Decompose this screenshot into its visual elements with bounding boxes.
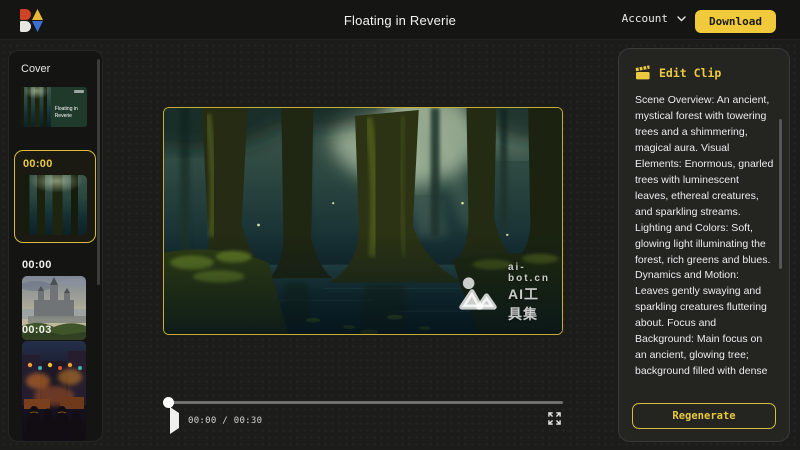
- ai-bot-logo-icon: [455, 273, 501, 312]
- download-button[interactable]: Download: [695, 10, 776, 33]
- clapperboard-icon: [635, 65, 651, 80]
- clip-timestamp: 00:00: [22, 259, 88, 271]
- video-player[interactable]: ai-bot.cn AI工具集: [163, 107, 563, 335]
- clip-thumbnail-market: [22, 341, 86, 441]
- cover-mini-logo: [74, 90, 84, 93]
- account-label: Account: [622, 12, 668, 25]
- watermark-line1: ai-bot.cn: [508, 262, 550, 284]
- play-button[interactable]: [168, 413, 180, 426]
- edit-clip-header: Edit Clip: [635, 65, 721, 80]
- scene-description-text[interactable]: Scene Overview: An ancient, mystical for…: [635, 93, 775, 383]
- progress-bar[interactable]: [163, 401, 563, 404]
- clip-item-1-selected[interactable]: 00:00: [14, 150, 96, 243]
- watermark: ai-bot.cn AI工具集: [455, 262, 550, 324]
- cover-thumbnail[interactable]: Floating in Reverie: [21, 87, 87, 127]
- time-display: 00:00 / 00:30: [188, 416, 262, 426]
- clip-thumbnail-forest: [23, 175, 87, 235]
- clip-timestamp: 00:00: [23, 158, 87, 170]
- cover-section-label: Cover: [21, 63, 50, 75]
- clip-item-3[interactable]: 00:03: [14, 317, 96, 442]
- clip-timestamp: 00:03: [22, 324, 88, 336]
- expand-icon: [548, 412, 561, 425]
- progress-knob[interactable]: [163, 397, 174, 408]
- edit-clip-label: Edit Clip: [659, 66, 721, 80]
- chevron-down-icon: [677, 13, 686, 25]
- watermark-text: ai-bot.cn AI工具集: [508, 262, 550, 324]
- fullscreen-button[interactable]: [546, 412, 562, 428]
- cover-thumbnail-image: [21, 87, 51, 127]
- cover-mini-title: Floating in Reverie: [55, 106, 83, 119]
- sidebar-scrollbar[interactable]: [97, 59, 100, 285]
- watermark-line2: AI工具集: [508, 284, 550, 324]
- edit-clip-panel: Edit Clip Scene Overview: An ancient, my…: [618, 48, 790, 442]
- description-scrollbar[interactable]: [779, 119, 782, 269]
- cover-thumbnail-title-panel: Floating in Reverie: [51, 87, 87, 127]
- account-menu[interactable]: Account: [622, 12, 686, 25]
- play-icon: [170, 407, 179, 434]
- regenerate-button[interactable]: Regenerate: [632, 403, 776, 429]
- top-bar: Floating in Reverie Account Download: [0, 0, 800, 40]
- clip-sidebar: Cover Floating in Reverie 00:00 00:00: [8, 50, 103, 442]
